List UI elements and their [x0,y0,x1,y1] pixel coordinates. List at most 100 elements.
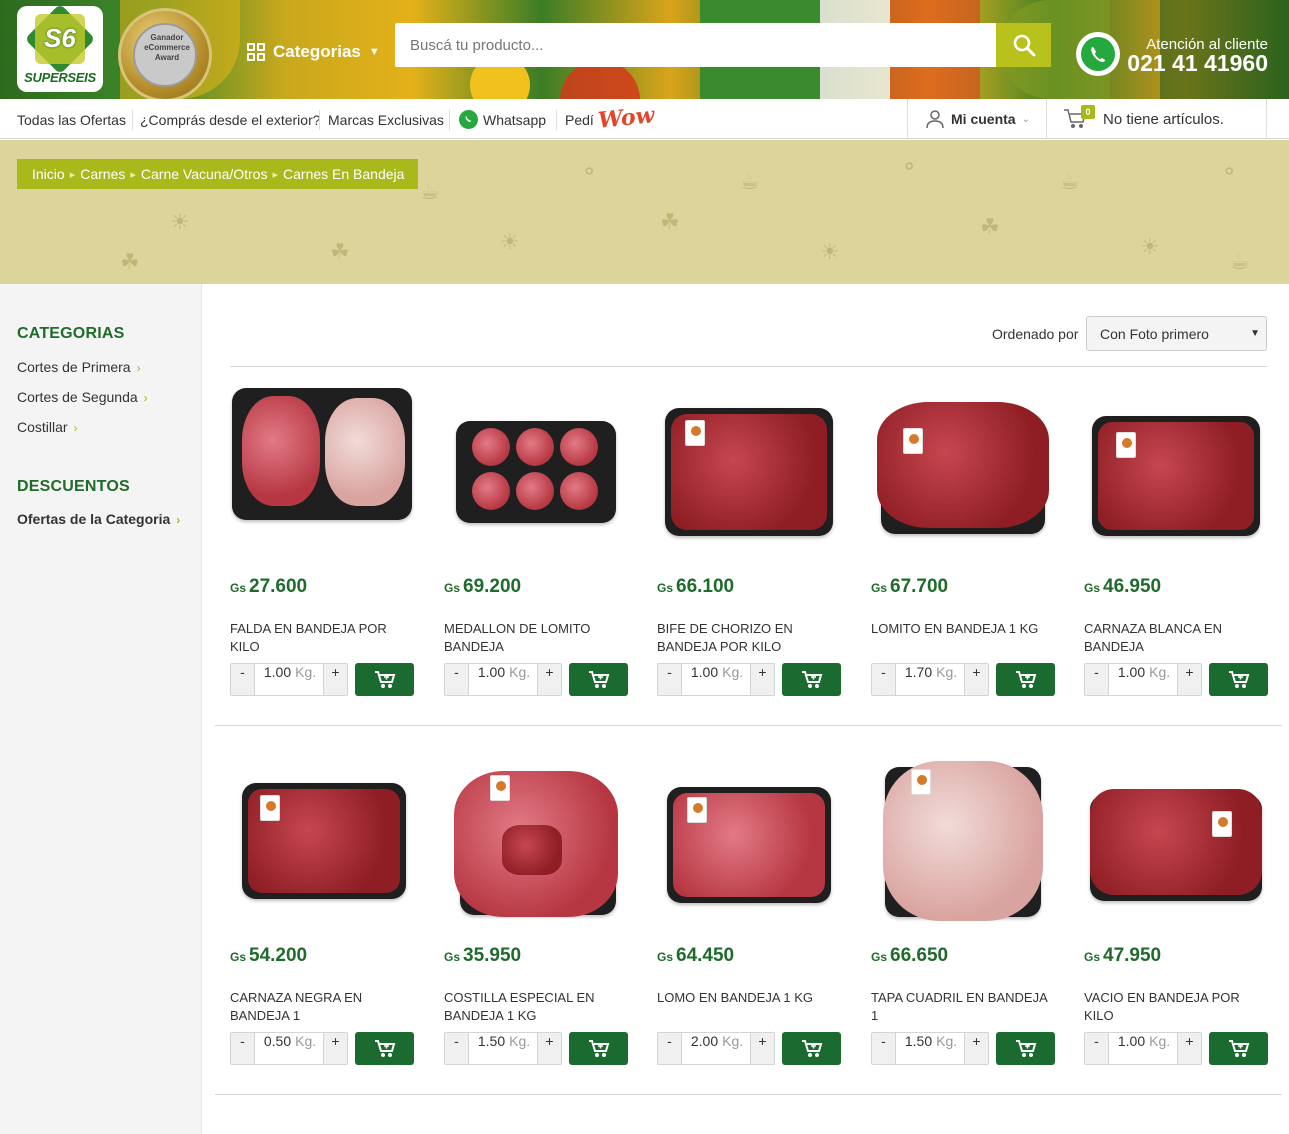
quantity-value[interactable]: 0.50 Kg. [255,1033,325,1064]
sidebar-item-ofertas-categoria[interactable]: Ofertas de la Categoria › [17,511,180,527]
quantity-value[interactable]: 1.00 Kg. [1109,664,1179,695]
product-price: Gs 66.100 [657,576,734,598]
decrease-quantity-button[interactable]: - [658,1033,682,1064]
price-value: 67.700 [890,576,949,597]
whatsapp-small-icon[interactable] [459,110,478,129]
add-to-cart-button[interactable] [1209,663,1268,696]
product-name[interactable]: VACIO EN BANDEJA POR KILO [1084,989,1268,1025]
marcas-exclusivas-link[interactable]: Marcas Exclusivas [328,112,444,128]
phone-number[interactable]: 021 41 41960 [1120,50,1268,77]
product-image[interactable] [657,755,841,930]
quantity-value[interactable]: 1.50 Kg. [469,1033,539,1064]
quantity-value[interactable]: 1.00 Kg. [255,664,325,695]
todas-ofertas-link[interactable]: Todas las Ofertas [17,112,126,128]
increase-quantity-button[interactable]: + [964,1033,988,1064]
product-name[interactable]: CARNAZA NEGRA EN BANDEJA 1 [230,989,414,1025]
increase-quantity-button[interactable]: + [750,664,774,695]
increase-quantity-button[interactable]: + [964,664,988,695]
product-name[interactable]: BIFE DE CHORIZO EN BANDEJA POR KILO [657,620,841,656]
add-to-cart-button[interactable] [782,1032,841,1065]
quantity-value[interactable]: 1.00 Kg. [1109,1033,1179,1064]
product-image[interactable] [1084,386,1268,561]
breadcrumb-carnes[interactable]: Carnes [80,166,125,182]
quantity-value[interactable]: 1.00 Kg. [469,664,539,695]
cart-icon [588,670,609,688]
quantity-stepper: -2.00 Kg. + [657,1032,775,1065]
decrease-quantity-button[interactable]: - [445,664,469,695]
decrease-quantity-button[interactable]: - [445,1033,469,1064]
product-image[interactable] [871,386,1055,561]
decrease-quantity-button[interactable]: - [231,1033,255,1064]
decrease-quantity-button[interactable]: - [872,1033,896,1064]
breadcrumb-inicio[interactable]: Inicio [32,166,65,182]
price-value: 69.200 [463,576,522,597]
whatsapp-link[interactable]: Whatsapp [483,112,546,128]
pedi-wow-link[interactable]: Pedí [565,112,594,128]
quantity-value[interactable]: 1.00 Kg. [682,664,752,695]
product-image[interactable] [230,386,414,561]
add-to-cart-button[interactable] [782,663,841,696]
decrease-quantity-button[interactable]: - [658,664,682,695]
unit-label: Kg. [936,1033,958,1049]
decrease-quantity-button[interactable]: - [1085,664,1109,695]
cart-summary[interactable]: 0 No tiene artículos. [1047,99,1267,139]
product-name[interactable]: LOMO EN BANDEJA 1 KG [657,989,841,1007]
search-input[interactable] [395,23,995,67]
add-to-cart-button[interactable] [355,1032,414,1065]
breadcrumb-carnes-bandeja[interactable]: Carnes En Bandeja [283,166,404,182]
product-name[interactable]: TAPA CUADRIL EN BANDEJA 1 [871,989,1055,1025]
increase-quantity-button[interactable]: + [323,664,347,695]
sidebar-item-label: Costillar [17,419,68,435]
increase-quantity-button[interactable]: + [537,1033,561,1064]
sidebar-item-cortes-primera[interactable]: Cortes de Primera › [17,359,141,375]
increase-quantity-button[interactable]: + [1177,664,1201,695]
quantity-value[interactable]: 2.00 Kg. [682,1033,752,1064]
product-image[interactable] [657,386,841,561]
currency-label: Gs [230,950,247,964]
add-to-cart-button[interactable] [1209,1032,1268,1065]
decrease-quantity-button[interactable]: - [872,664,896,695]
product-name[interactable]: FALDA EN BANDEJA POR KILO [230,620,414,656]
currency-label: Gs [871,581,888,595]
product-image[interactable] [230,755,414,930]
mi-cuenta-menu[interactable]: Mi cuenta ⌄ [907,99,1047,139]
product-name[interactable]: LOMITO EN BANDEJA 1 KG [871,620,1055,638]
sidebar-item-cortes-segunda[interactable]: Cortes de Segunda › [17,389,148,405]
compras-exterior-link[interactable]: ¿Comprás desde el exterior? [140,112,321,128]
increase-quantity-button[interactable]: + [750,1033,774,1064]
product-image[interactable] [871,755,1055,930]
breadcrumb-carne-vacuna[interactable]: Carne Vacuna/Otros [141,166,268,182]
product-name[interactable]: COSTILLA ESPECIAL EN BANDEJA 1 KG [444,989,628,1025]
add-to-cart-button[interactable] [355,663,414,696]
product-image[interactable] [444,755,628,930]
increase-quantity-button[interactable]: + [537,664,561,695]
increase-quantity-button[interactable]: + [1177,1033,1201,1064]
product-card: Gs 64.450 LOMO EN BANDEJA 1 KG -2.00 Kg. + [657,755,841,1095]
sort-select[interactable]: Con Foto primero ▼ [1086,316,1267,351]
categorias-menu-button[interactable]: Categorias ▼ [247,40,380,64]
product-card: Gs 27.600 FALDA EN BANDEJA POR KILO -1.00 Kg… [230,386,414,726]
superseis-logo[interactable]: S6 SUPERSEIS [17,3,103,92]
decrease-quantity-button[interactable]: - [1085,1033,1109,1064]
whatsapp-icon[interactable] [1076,32,1120,76]
product-image[interactable] [444,386,628,561]
cart-icon [801,1039,822,1057]
product-name[interactable]: MEDALLON DE LOMITO BANDEJA [444,620,628,656]
add-to-cart-button[interactable] [996,1032,1055,1065]
quantity-value[interactable]: 1.50 Kg. [896,1033,966,1064]
add-to-cart-button[interactable] [569,1032,628,1065]
wow-logo[interactable]: Wow [597,102,656,134]
increase-quantity-button[interactable]: + [323,1033,347,1064]
quantity-value[interactable]: 1.70 Kg. [896,664,966,695]
unit-label: Kg. [509,1033,531,1049]
add-to-cart-button[interactable] [569,663,628,696]
sidebar-item-costillar[interactable]: Costillar › [17,419,78,435]
product-image[interactable] [1084,755,1268,930]
user-icon [926,110,944,129]
quantity-stepper: -1.00 Kg. + [1084,663,1202,696]
search-button[interactable] [996,23,1051,67]
add-to-cart-button[interactable] [996,663,1055,696]
decrease-quantity-button[interactable]: - [231,664,255,695]
product-name[interactable]: CARNAZA BLANCA EN BANDEJA [1084,620,1268,656]
cart-icon [1015,1039,1036,1057]
